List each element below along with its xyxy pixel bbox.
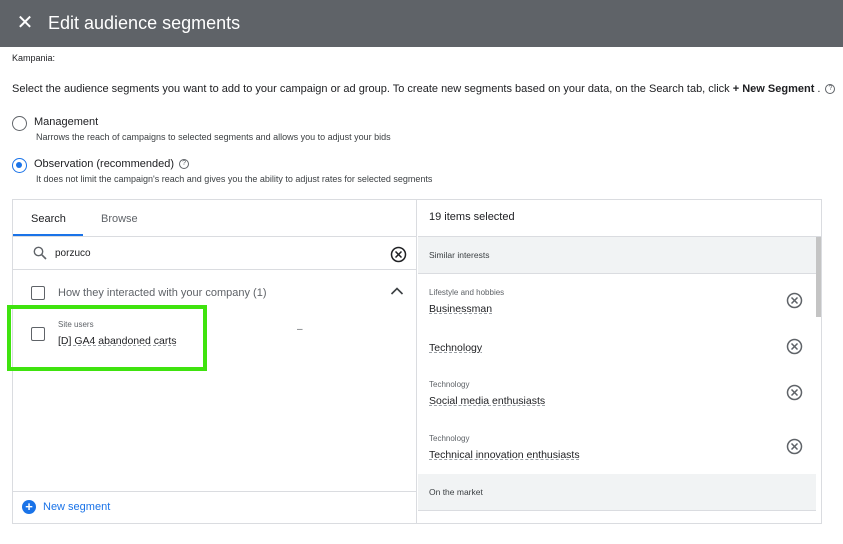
tab-browse[interactable]: Browse	[101, 213, 138, 225]
remove-icon[interactable]	[786, 292, 803, 309]
selected-item-category: Technology	[429, 380, 470, 389]
section-title: Similar interests	[429, 250, 490, 260]
search-bar[interactable]: porzuco	[13, 237, 417, 270]
group-label: How they interacted with your company (1…	[58, 287, 267, 299]
close-icon[interactable]: ✕	[14, 12, 36, 34]
selected-item-name: Technology	[429, 342, 483, 354]
section-on-the-market: On the market	[418, 474, 816, 511]
add-icon: +	[22, 500, 36, 514]
observation-help-icon[interactable]: ?	[179, 159, 190, 170]
intro-new-segment: + New Segment	[732, 83, 815, 95]
selected-header: 19 items selected	[418, 200, 821, 237]
selected-item: Lifestyle and hobbies Businessman	[418, 274, 816, 328]
new-segment-button[interactable]: + New segment	[13, 491, 417, 523]
remove-icon[interactable]	[786, 438, 803, 455]
dialog-title: Edit audience segments	[48, 13, 241, 33]
selected-item-category: Lifestyle and hobbies	[429, 288, 505, 297]
help-icon[interactable]: ?	[825, 84, 836, 95]
selected-count: 19 items selected	[429, 211, 515, 223]
selected-item: Technology Technical innovation enthusia…	[418, 420, 816, 474]
management-radio[interactable]	[12, 116, 27, 131]
intro-text: Select the audience segments you want to…	[12, 83, 836, 95]
search-icon	[33, 246, 47, 260]
search-input[interactable]: porzuco	[55, 248, 91, 259]
chevron-up-icon[interactable]	[390, 286, 404, 296]
selected-item-name: Businessman	[429, 303, 493, 315]
campaign-label: Kampania:	[12, 53, 56, 63]
section-similar-interests: Similar interests	[418, 237, 816, 274]
management-label: Management	[34, 116, 99, 128]
group-checkbox[interactable]	[31, 286, 45, 300]
clear-search-icon[interactable]	[390, 246, 407, 263]
selected-item-name: Technical innovation enthusiasts	[429, 449, 580, 461]
remove-icon[interactable]	[786, 338, 803, 355]
observation-label: Observation (recommended)?	[34, 158, 190, 170]
observation-radio[interactable]	[12, 158, 27, 173]
selected-pane: 19 items selected Similar interests Life…	[418, 200, 821, 523]
management-option[interactable]: Management Narrows the reach of campaign…	[12, 116, 432, 146]
active-tab-indicator	[13, 234, 83, 236]
observation-label-text: Observation (recommended)	[34, 158, 175, 170]
management-desc: Narrows the reach of campaigns to select…	[36, 132, 391, 142]
observation-option[interactable]: Observation (recommended)? It does not l…	[12, 158, 482, 188]
scrollbar-thumb[interactable]	[816, 237, 821, 317]
intro-main: Select the audience segments you want to…	[12, 83, 733, 95]
tab-bar: Search Browse	[13, 200, 417, 237]
interaction-group-row[interactable]: How they interacted with your company (1…	[13, 280, 417, 306]
new-segment-label: New segment	[43, 501, 111, 513]
highlight-box	[7, 305, 207, 371]
selected-item-category: Technology	[429, 434, 470, 443]
tab-search[interactable]: Search	[31, 213, 66, 225]
intro-after: .	[814, 83, 821, 95]
selected-item-name: Social media enthusiasts	[429, 395, 546, 407]
separator-dash: –	[297, 324, 303, 335]
dialog-header: ✕ Edit audience segments	[0, 0, 843, 47]
remove-icon[interactable]	[786, 384, 803, 401]
selected-item: Technology Social media enthusiasts	[418, 366, 816, 420]
observation-desc: It does not limit the campaign's reach a…	[36, 174, 433, 184]
section-title: On the market	[429, 487, 483, 497]
